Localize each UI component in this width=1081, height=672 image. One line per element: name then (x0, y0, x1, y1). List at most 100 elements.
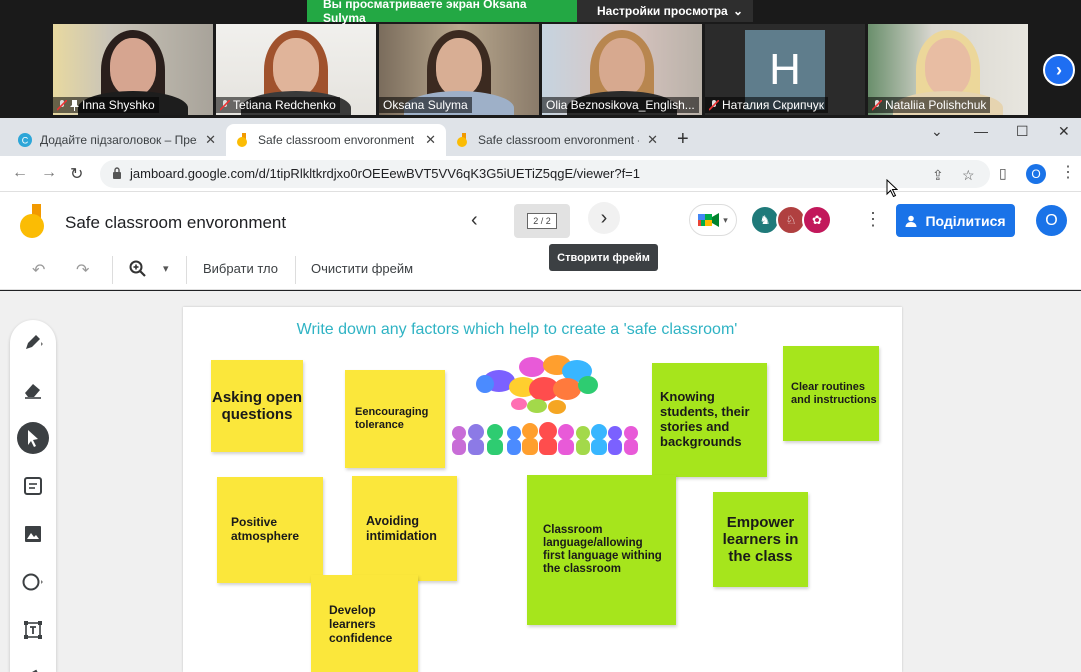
close-icon[interactable]: ✕ (205, 132, 216, 148)
chevron-right-icon: › (1056, 59, 1062, 80)
chevron-down-icon: ⌄ (732, 4, 743, 18)
participant-tile[interactable]: H Наталия Скрипчук (705, 24, 865, 115)
select-tool[interactable] (17, 422, 49, 454)
add-image-tool[interactable] (17, 518, 49, 550)
laser-icon (32, 669, 38, 672)
eraser-tool[interactable] (17, 374, 49, 406)
zoom-icon[interactable] (129, 260, 146, 282)
next-page-button[interactable]: › (1043, 54, 1075, 86)
previous-frame-icon[interactable]: ‹ (471, 209, 478, 232)
sticky-note[interactable]: Asking open questions (211, 360, 303, 452)
participant-name: Olia Beznosikova_English... (546, 98, 695, 112)
sticky-note[interactable]: Clear routines and instructions (783, 346, 879, 441)
text-box-icon (24, 621, 42, 639)
lock-icon (113, 167, 121, 179)
participant-name: Nataliia Polishchuk (885, 98, 987, 112)
browser-menu-icon[interactable]: ⋮ (1060, 162, 1076, 182)
tab-title: Safe classroom envoronment - G (258, 133, 418, 147)
sticky-note[interactable]: Classroom language/allowing first langua… (527, 475, 676, 625)
sticky-note-tool[interactable] (17, 470, 49, 502)
text-box-tool[interactable] (17, 614, 49, 646)
sticky-note[interactable]: Positive atmosphere (217, 477, 323, 583)
laser-tool[interactable] (17, 656, 49, 672)
participant-tile[interactable]: Nataliia Polishchuk (868, 24, 1028, 115)
viewing-screen-label: Вы просматриваете экран Oksana Sulyma (307, 0, 577, 25)
view-settings-label: Настройки просмотра (597, 4, 728, 18)
more-options-icon[interactable]: ⋮ (864, 209, 882, 230)
sticky-note[interactable]: Empower learners in the class (713, 492, 808, 587)
tab-title: Safe classroom envoronment - G (478, 133, 640, 147)
browser-profile-avatar[interactable]: O (1026, 164, 1046, 184)
account-avatar[interactable]: O (1036, 205, 1067, 236)
chevron-down-icon: ▾ (723, 214, 728, 225)
back-arrow-icon[interactable]: ← (12, 164, 28, 182)
undo-icon[interactable]: ↶ (32, 260, 45, 280)
next-frame-button[interactable]: › (588, 202, 620, 234)
close-window-icon[interactable]: ✕ (1058, 123, 1070, 140)
clear-frame-button[interactable]: Очистити фрейм (311, 261, 413, 276)
browser-tab-active[interactable]: Safe classroom envoronment - G ✕ (226, 124, 446, 156)
pin-icon (70, 99, 79, 111)
sticky-note[interactable]: Avoiding intimidation (352, 476, 457, 581)
maximize-icon[interactable]: ☐ (1016, 123, 1029, 140)
jamboard-icon (457, 133, 467, 147)
image-icon (25, 526, 41, 542)
share-label: Поділитися (925, 212, 1006, 229)
participant-name: Наталия Скрипчук (722, 98, 824, 112)
participant-tile[interactable]: Oksana Sulyma (379, 24, 539, 115)
close-icon[interactable]: ✕ (425, 132, 436, 148)
mouse-cursor-icon (886, 179, 898, 197)
participant-tile[interactable]: Tetiana Redchenko (216, 24, 376, 115)
browser-toolbar: ← → ↻ jamboard.google.com/d/1tipRlkltkrd… (0, 156, 1081, 192)
jamboard-icon (237, 133, 247, 147)
edit-toolbar: ↶ ↷ ▾ Вибрати тло Очистити фрейм (0, 250, 1081, 290)
person-icon (905, 215, 917, 227)
pen-icon (26, 335, 43, 349)
browser-tab[interactable]: C Додайте підзаголовок – Презен ✕ (8, 124, 226, 156)
screen-share-banner: Вы просматриваете экран Oksana Sulyma На… (307, 0, 753, 25)
reload-icon[interactable]: ↻ (70, 164, 83, 184)
participant-name: Inna Shyshko (82, 98, 155, 112)
sticky-note[interactable]: Eencouraging tolerance (345, 370, 445, 468)
board-title: Write down any factors which help to cre… (296, 321, 738, 338)
cursor-arrow-icon (28, 430, 38, 447)
svg-text:C: C (22, 136, 29, 146)
mic-muted-icon (220, 99, 230, 111)
jamboard-frame[interactable]: Write down any factors which help to cre… (183, 307, 902, 672)
participant-tile[interactable]: Olia Beznosikova_English... (542, 24, 702, 115)
mic-muted-icon (872, 99, 882, 111)
mic-muted-icon (57, 99, 67, 111)
view-settings-button[interactable]: Настройки просмотра ⌄ (577, 0, 753, 22)
participant-tile[interactable]: Inna Shyshko (53, 24, 213, 115)
set-background-button[interactable]: Вибрати тло (203, 261, 278, 276)
sticky-note-icon (24, 477, 42, 495)
browser-tabstrip: C Додайте підзаголовок – Презен ✕ Safe c… (0, 118, 1081, 156)
meet-present-button[interactable]: ▾ (689, 204, 737, 236)
share-button[interactable]: Поділитися (896, 204, 1015, 237)
side-panel-icon[interactable]: ▯ (999, 165, 1007, 182)
sticky-note[interactable]: Knowing students, their stories and back… (652, 363, 767, 477)
frame-bar-button[interactable]: 2 / 2 (514, 204, 570, 238)
drawing-tools-panel (10, 320, 56, 672)
zoom-dropdown-icon[interactable]: ▾ (163, 262, 169, 275)
tab-search-icon[interactable]: ⌄ (931, 123, 943, 140)
tooltip: Створити фрейм (549, 244, 658, 271)
close-icon[interactable]: ✕ (647, 132, 658, 148)
anonymous-viewer-avatar[interactable]: ✿ (802, 205, 832, 235)
minimize-icon[interactable]: — (974, 123, 988, 139)
redo-icon[interactable]: ↷ (76, 260, 89, 280)
participant-name: Oksana Sulyma (383, 98, 468, 112)
new-tab-button[interactable]: + (677, 128, 689, 151)
canva-icon: C (18, 133, 32, 147)
participant-name: Tetiana Redchenko (233, 98, 336, 112)
document-title[interactable]: Safe classroom envoronment (65, 213, 286, 233)
browser-tab[interactable]: Safe classroom envoronment - G ✕ (446, 124, 668, 156)
pen-tool[interactable] (17, 326, 49, 358)
share-page-icon[interactable]: ⇪ (932, 167, 944, 184)
forward-arrow-icon[interactable]: → (41, 164, 57, 182)
address-bar[interactable]: jamboard.google.com/d/1tipRlkltkrdjxo0rO… (100, 160, 990, 188)
zoom-participants-bar: Вы просматриваете экран Oksana Sulyma На… (0, 0, 1081, 118)
sticky-note[interactable]: Develop learners confidence (311, 575, 418, 672)
bookmark-star-icon[interactable]: ☆ (962, 167, 975, 184)
shape-tool[interactable] (17, 566, 49, 598)
